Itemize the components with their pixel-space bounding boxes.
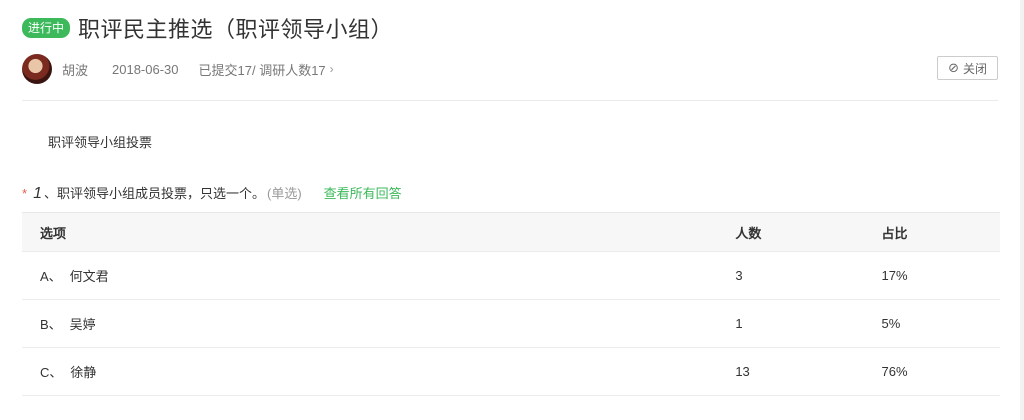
table-row: B、 吴婷 1 5%: [22, 300, 1000, 348]
survey-description: 职评领导小组投票: [48, 135, 153, 150]
percent-cell: 5%: [881, 316, 901, 331]
ban-icon: ⊘: [948, 60, 959, 75]
publish-date: 2018-06-30: [112, 61, 179, 77]
chevron-right-icon: ›: [329, 62, 334, 76]
option-cell: C、 徐静: [22, 362, 731, 381]
count-cell: 1: [735, 316, 743, 331]
option-name: 吴婷: [69, 317, 96, 332]
percent-cell: 17%: [881, 268, 908, 283]
submitted-text: 已提交17/ 调研人数17: [198, 62, 326, 78]
author-name: 胡波: [62, 62, 89, 78]
percent-cell: 76%: [881, 364, 908, 379]
count-cell: 13: [735, 364, 750, 379]
question-number: 1: [33, 185, 42, 202]
page-title: 职评民主推选（职评领导小组）: [78, 17, 394, 42]
question-title: * 1 、职评领导小组成员投票，只选一个。 (单选) 查看所有回答: [22, 183, 402, 203]
option-label: A、: [40, 269, 62, 284]
survey-card: 进行中 职评民主推选（职评领导小组） 胡波 2018-06-30 已提交17/ …: [0, 0, 1020, 420]
option-cell: B、 吴婷: [22, 314, 731, 333]
header-count: 人数: [735, 225, 762, 241]
required-mark: *: [22, 186, 28, 201]
results-table: 选项 人数 占比 A、 何文君 3 17% B、 吴婷 1 5% C、 徐静 13 7…: [22, 212, 1000, 396]
submitted-link[interactable]: 已提交17/ 调研人数17 ›: [199, 60, 334, 79]
count-cell: 3: [735, 268, 743, 283]
table-row: A、 何文君 3 17%: [22, 252, 1000, 300]
title-row: 进行中 职评民主推选（职评领导小组）: [22, 12, 998, 44]
divider: [22, 100, 998, 101]
option-name: 徐静: [70, 365, 97, 380]
question-text: 、职评领导小组成员投票，只选一个。: [43, 186, 265, 201]
option-cell: A、 何文君: [22, 266, 731, 285]
avatar: [22, 54, 52, 84]
header: 进行中 职评民主推选（职评领导小组） 胡波 2018-06-30 已提交17/ …: [22, 12, 998, 84]
table-header-row: 选项 人数 占比: [22, 212, 1000, 252]
meta-row: 胡波 2018-06-30 已提交17/ 调研人数17 › ⊘ 关闭: [22, 52, 998, 86]
option-name: 何文君: [69, 269, 109, 284]
close-button-label: 关闭: [962, 61, 987, 76]
status-badge: 进行中: [22, 18, 71, 38]
table-row: C、 徐静 13 76%: [22, 348, 1000, 396]
header-option: 选项: [40, 225, 67, 241]
question-type: (单选): [266, 186, 302, 201]
view-all-answers-link[interactable]: 查看所有回答: [324, 183, 402, 202]
option-label: B、: [40, 317, 62, 332]
header-percent: 占比: [881, 225, 908, 241]
option-label: C、: [40, 365, 63, 380]
close-button[interactable]: ⊘ 关闭: [937, 56, 998, 80]
